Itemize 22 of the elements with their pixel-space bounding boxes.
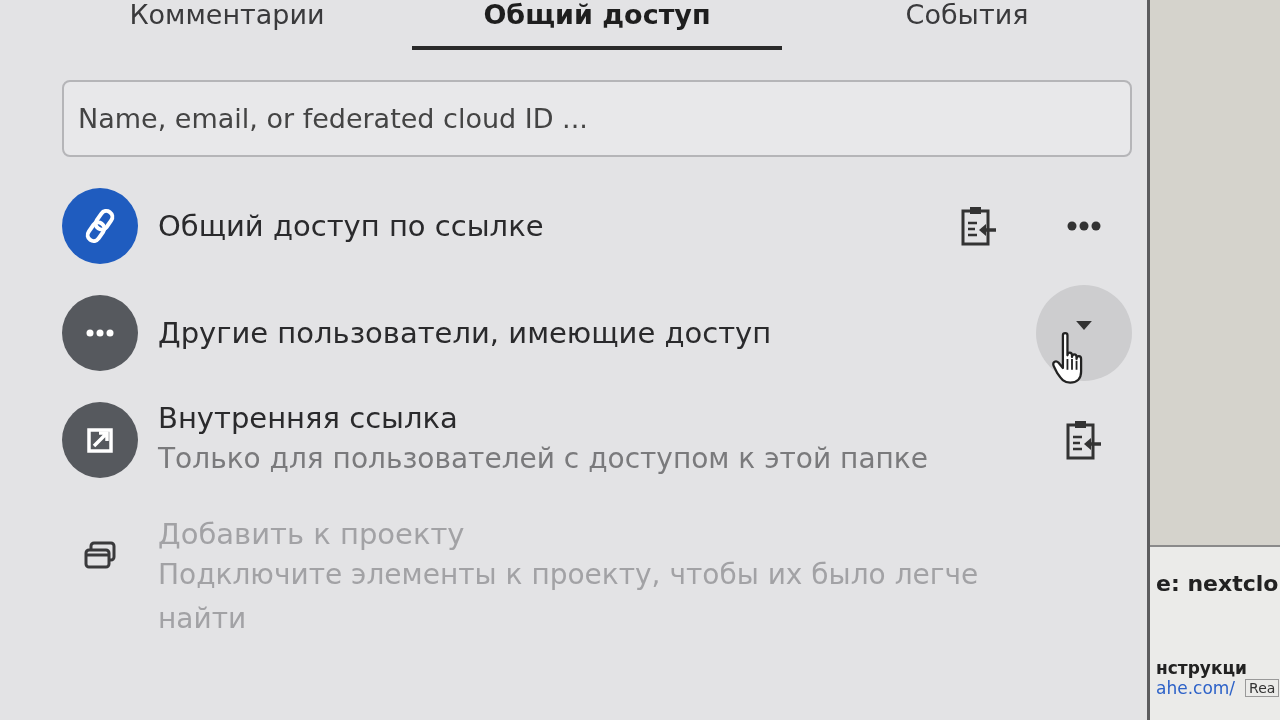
window-button[interactable]: Rea [1245, 679, 1280, 697]
entry-description: Только для пользователей с доступом к этой папке [158, 440, 929, 477]
clipboard-icon [961, 204, 997, 247]
tab[interactable]: Комментарии [42, 0, 412, 50]
window-text: нструкци [1156, 658, 1247, 678]
more-icon [62, 294, 138, 371]
link-icon [62, 187, 138, 264]
windows-icon [84, 541, 116, 569]
entry-title: Внутренняя ссылка [158, 399, 459, 437]
link[interactable]: ahe.com/ [1156, 678, 1236, 698]
search-field[interactable]: Name, email, or federated cloud ID ... [62, 80, 1132, 157]
tab[interactable]: События [782, 0, 1152, 50]
entry-title: Общий доступ по ссылке [158, 207, 545, 245]
entry-title: Другие пользователи, имеющие доступ [158, 314, 773, 352]
entry-title: Добавить к проекту [158, 516, 466, 553]
tab[interactable]: Общий доступ [412, 0, 782, 50]
caret-icon [1076, 321, 1092, 330]
clipboard-icon [1066, 418, 1102, 461]
dots-icon [1067, 220, 1101, 231]
window-text: e: nextclo [1156, 571, 1279, 596]
external-link-icon [62, 401, 138, 478]
entry-description: Подключите элементы к проекту, чтобы их было легче найти [158, 557, 980, 637]
